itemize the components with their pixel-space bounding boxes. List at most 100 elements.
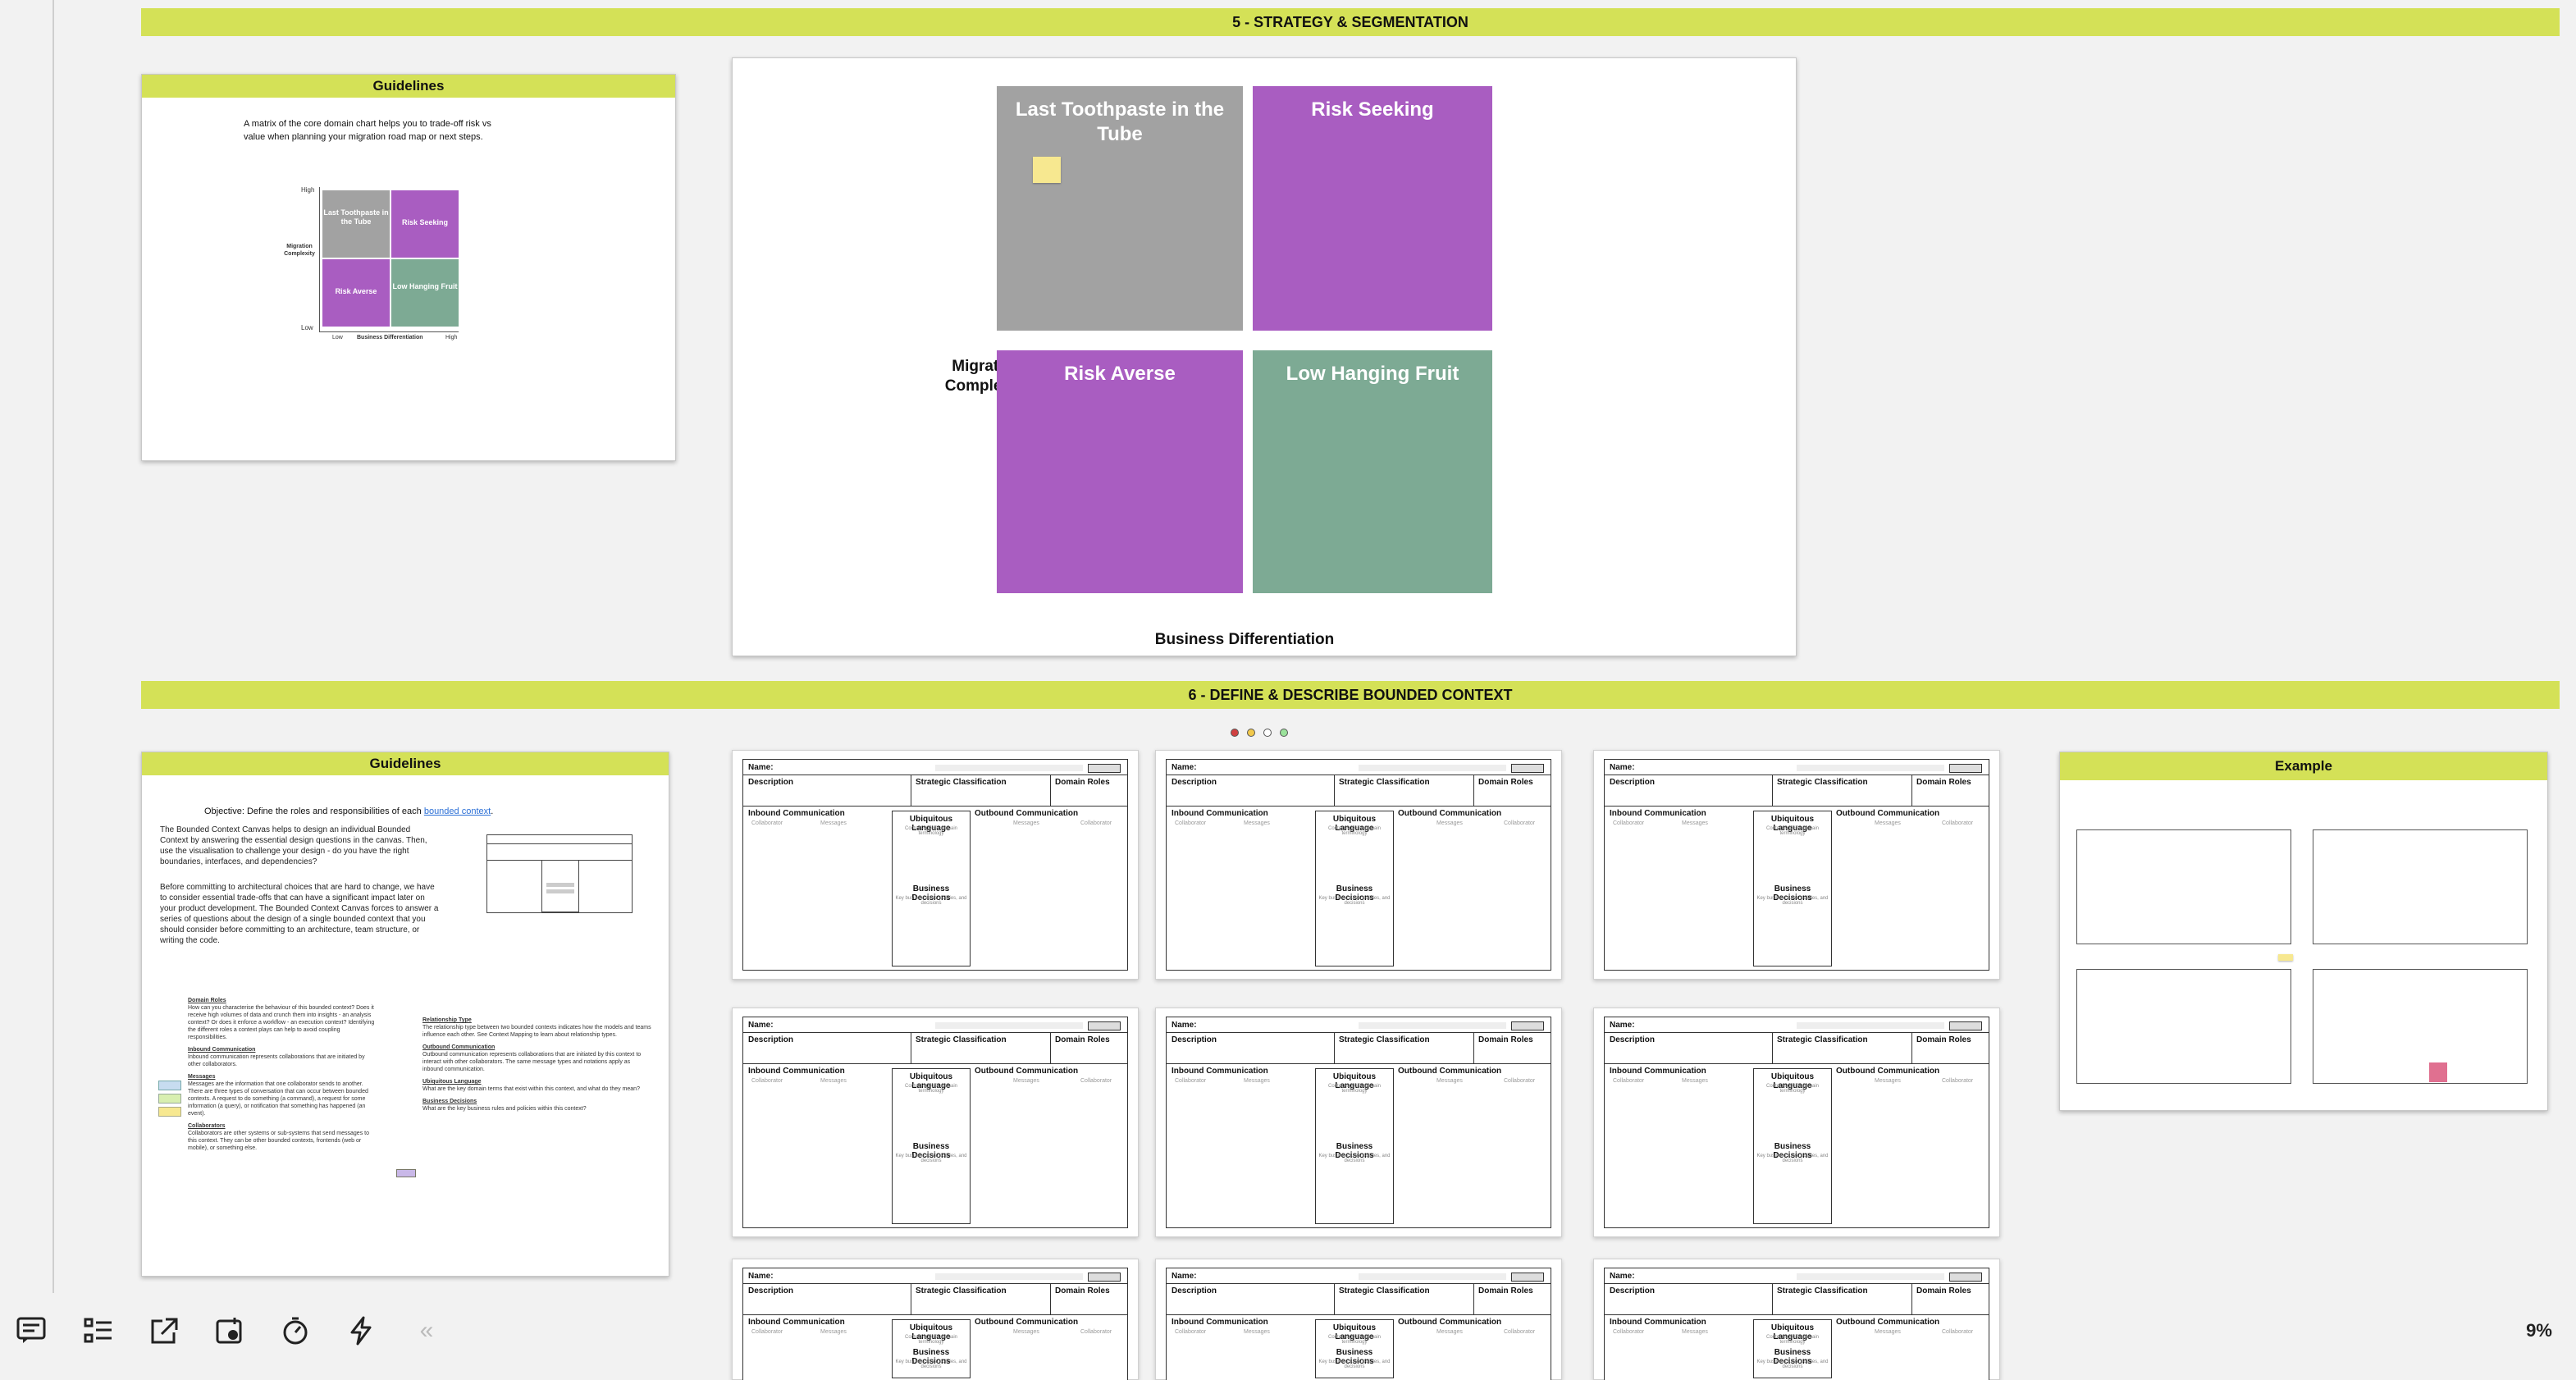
checklist-icon[interactable]: [80, 1313, 116, 1349]
core-domain-matrix-panel[interactable]: Migration Complexity Last Toothpaste in …: [732, 57, 1797, 656]
share-export-icon[interactable]: [146, 1313, 182, 1349]
canvas-divider: [1772, 775, 1773, 806]
cc-license-badge: [1949, 764, 1982, 773]
canvas-divider: [1334, 1032, 1335, 1063]
quadrant-low-hanging-fruit[interactable]: Low Hanging Fruit: [1253, 350, 1492, 593]
add-frame-icon[interactable]: [212, 1313, 248, 1349]
messages-label: Messages: [820, 1078, 847, 1084]
canvas-divider: [1911, 775, 1912, 806]
messages-label: Messages: [1013, 1078, 1039, 1084]
inbound-communication-label: Inbound Communication: [1610, 809, 1706, 818]
ubiquitous-language-box: Ubiquitous Language Context-specific doma…: [1315, 811, 1394, 966]
business-decisions-sub: Key business rules, policies, and decisi…: [895, 1359, 967, 1369]
example-header: Example: [2060, 752, 2547, 780]
description-label: Description: [1172, 778, 1217, 787]
comments-icon[interactable]: [13, 1313, 49, 1349]
bounded-context-canvas: Name: Description Strategic Classification…: [1166, 759, 1551, 971]
mini-quadrant-risk-averse: Risk Averse: [322, 259, 390, 327]
canvas-divider: [1167, 806, 1551, 807]
guideline-item-heading: Ubiquitous Language: [422, 1079, 482, 1085]
quadrant-label: Low Hanging Fruit: [1286, 363, 1459, 385]
relationship-sample: [396, 1169, 416, 1177]
business-decisions-sub: Key business rules, policies, and decisi…: [1756, 1154, 1829, 1163]
outbound-communication-label: Outbound Communication: [1398, 1067, 1502, 1076]
example-sticky: [2278, 954, 2293, 961]
ubiquitous-language-sub: Context-specific domain terminology: [1765, 826, 1820, 836]
canvas-divider: [1167, 1283, 1551, 1284]
thumb-sticky: [546, 889, 574, 893]
guidelines-panel-strategy[interactable]: Guidelines A matrix of the core domain c…: [141, 74, 676, 461]
bounded-context-card[interactable]: Name: Description Strategic Classification…: [1593, 1259, 2000, 1380]
inbound-communication-label: Inbound Communication: [1172, 809, 1268, 818]
messages-label: Messages: [1875, 1078, 1901, 1084]
bounded-context-card[interactable]: Name: Description Strategic Classification…: [1155, 1008, 1562, 1237]
ubiquitous-language-box: Ubiquitous Language Context-specific doma…: [1315, 1068, 1394, 1224]
canvas-divider: [743, 1314, 1127, 1315]
bounded-context-card[interactable]: Name: Description Strategic Classification…: [732, 750, 1139, 980]
collaborator-label: Collaborator: [1504, 1329, 1536, 1335]
guidelines-right-column: Relationship Type The relationship type b…: [422, 1017, 652, 1113]
license-text: [1797, 765, 1944, 771]
ubiquitous-language-sub: Context-specific domain terminology: [1327, 1335, 1382, 1345]
ubiquitous-language-sub: Context-specific domain terminology: [904, 826, 958, 836]
cc-license-badge: [1949, 1021, 1982, 1030]
messages-label: Messages: [1244, 1329, 1270, 1335]
bounded-context-card[interactable]: Name: Description Strategic Classification…: [1155, 750, 1562, 980]
bounded-context-canvas: Name: Description Strategic Classification…: [1166, 1017, 1551, 1228]
bounded-context-card[interactable]: Name: Description Strategic Classification…: [1155, 1259, 1562, 1380]
collaborator-label: Collaborator: [1504, 1078, 1536, 1084]
ubiquitous-language-box: Ubiquitous Language Context-specific doma…: [1753, 811, 1832, 966]
bounded-context-canvas: Name: Description Strategic Classification…: [1604, 1268, 1989, 1380]
example-canvas-1: [2076, 829, 2291, 944]
collapse-toolbar-icon[interactable]: «: [409, 1313, 445, 1349]
quadrant-risk-seeking[interactable]: Risk Seeking: [1253, 86, 1492, 331]
domain-roles-label: Domain Roles: [1055, 1286, 1110, 1295]
outbound-communication-label: Outbound Communication: [1836, 809, 1940, 818]
example-panel[interactable]: Example: [2059, 752, 2548, 1111]
canvas-name-label: Name:: [1172, 1272, 1197, 1281]
mini-y-label-line: Migration: [286, 244, 313, 249]
cursor-dot: [1280, 729, 1288, 737]
canvas-divider: [1167, 1314, 1551, 1315]
messages-label: Messages: [1682, 1329, 1708, 1335]
sticky-note[interactable]: [1033, 157, 1061, 183]
bounded-context-card[interactable]: Name: Description Strategic Classification…: [1593, 750, 2000, 980]
timer-icon[interactable]: [277, 1313, 313, 1349]
canvas-divider: [1473, 1032, 1474, 1063]
business-decisions-sub: Key business rules, policies, and decisi…: [895, 896, 967, 906]
ubiquitous-language-sub: Context-specific domain terminology: [1765, 1084, 1820, 1094]
business-decisions-sub: Key business rules, policies, and decisi…: [1318, 896, 1391, 906]
matrix-x-label: Business Differentiation: [1154, 631, 1335, 648]
canvas-name-label: Name:: [1172, 763, 1197, 772]
license-text: [935, 1273, 1083, 1280]
messages-label: Messages: [1436, 820, 1463, 826]
example-canvas-4: [2313, 969, 2528, 1084]
description-label: Description: [748, 1286, 794, 1295]
section-title: 6 - DEFINE & DESCRIBE BOUNDED CONTEXT: [1188, 686, 1513, 703]
zoom-indicator[interactable]: 9%: [2502, 1306, 2576, 1355]
quadrant-last-toothpaste[interactable]: Last Toothpaste in the Tube: [997, 86, 1243, 331]
example-title: Example: [2275, 758, 2332, 774]
guidelines-panel-bounded-context[interactable]: Guidelines Objective: Define the roles a…: [141, 752, 669, 1277]
inbound-communication-label: Inbound Communication: [1610, 1318, 1706, 1327]
description-label: Description: [748, 778, 794, 787]
thumb-line: [487, 843, 632, 844]
cc-license-badge: [1511, 1021, 1544, 1030]
bounded-context-card[interactable]: Name: Description Strategic Classification…: [732, 1259, 1139, 1380]
guidelines-paragraph: Before committing to architectural choic…: [160, 883, 439, 945]
outbound-communication-label: Outbound Communication: [1398, 809, 1502, 818]
lightning-icon[interactable]: [343, 1313, 379, 1349]
messages-label: Messages: [1244, 820, 1270, 826]
cursor-dot: [1263, 729, 1272, 737]
cc-license-badge: [1088, 1273, 1121, 1282]
bounded-context-card[interactable]: Name: Description Strategic Classification…: [1593, 1008, 2000, 1237]
guidelines-paragraph: The Bounded Context Canvas helps to desi…: [160, 825, 427, 866]
section-banner-strategy: 5 - STRATEGY & SEGMENTATION: [141, 8, 2560, 36]
license-text: [1359, 1273, 1506, 1280]
quadrant-risk-averse[interactable]: Risk Averse: [997, 350, 1243, 593]
bounded-context-card[interactable]: Name: Description Strategic Classification…: [732, 1008, 1139, 1237]
bounded-context-link[interactable]: bounded context: [424, 807, 491, 816]
mini-y-low: Low: [301, 324, 313, 331]
ubiquitous-language-box: Ubiquitous Language Context-specific doma…: [1753, 1068, 1832, 1224]
description-label: Description: [1172, 1286, 1217, 1295]
